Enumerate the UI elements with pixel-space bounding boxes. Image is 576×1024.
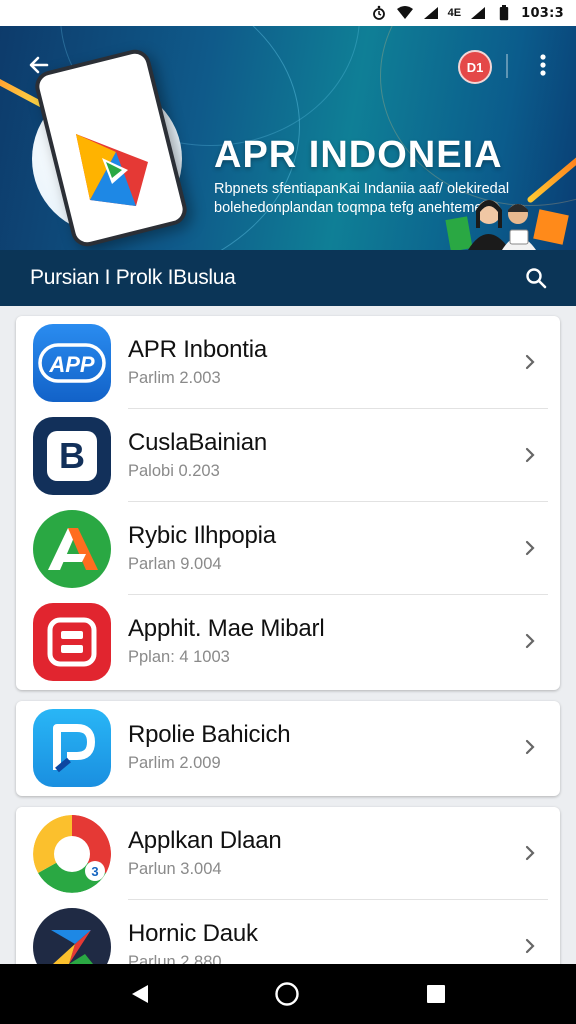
app-list-card: APP APR Inbontia Parlim 2.003 B CuslaBai…	[16, 316, 560, 690]
app-name: Applkan Dlaan	[128, 827, 282, 854]
app-name: Hornic Dauk	[128, 920, 258, 947]
chevron-right-icon	[522, 445, 538, 465]
header-divider	[506, 54, 508, 78]
alarm-icon	[370, 5, 388, 21]
list-item[interactable]: Rybic Ilhpopia Parlan 9.004	[16, 502, 560, 595]
battery-icon	[495, 5, 513, 21]
chevron-right-icon	[522, 352, 538, 372]
chevron-right-icon	[522, 737, 538, 757]
nav-back-button[interactable]	[126, 980, 154, 1008]
chevron-right-icon	[522, 538, 538, 558]
app-name: Apphit. Mae Mibarl	[128, 615, 325, 642]
chevron-right-icon	[522, 631, 538, 651]
signal-icon	[422, 5, 440, 21]
status-time: 103:3	[521, 5, 564, 21]
p-letter-icon	[33, 709, 111, 787]
app-badge-text: APP	[48, 352, 95, 377]
app-list-card: Rpolie Bahicich Parlim 2.009	[16, 701, 560, 796]
app-meta: Pplan: 4 1003	[128, 648, 230, 666]
a-arrow-icon	[33, 510, 111, 588]
app-name: Rpolie Bahicich	[128, 721, 291, 748]
overflow-menu-button[interactable]	[528, 50, 558, 80]
home-circle-icon	[275, 982, 299, 1006]
recents-square-icon	[427, 985, 445, 1003]
chevron-right-icon	[522, 843, 538, 863]
app-name: CuslaBainian	[128, 429, 268, 456]
app-name: APR Inbontia	[128, 336, 268, 363]
people-illustration	[445, 200, 569, 250]
app-meta: Parlim 2.009	[128, 754, 221, 772]
network-label: 4E	[447, 7, 462, 19]
status-bar: 4E 103:3	[0, 0, 576, 26]
app-meta: Parlun 3.004	[128, 860, 222, 878]
wifi-icon	[396, 5, 414, 21]
app-list-card: 3 Applkan Dlaan Parlun 3.004 Hornic Dauk…	[16, 807, 560, 987]
hero-banner: D1 APR INDONEIA Rbpnets sfentiapanKai In…	[0, 26, 576, 250]
back-triangle-icon	[132, 985, 148, 1003]
section-title: Pursian I Prolk IBuslua	[30, 266, 236, 289]
b-letter-text: B	[59, 435, 85, 476]
profile-avatar-button[interactable]: D1	[458, 50, 492, 84]
list-item[interactable]: Apphit. Mae Mibarl Pplan: 4 1003	[16, 595, 560, 688]
app-badge-icon: APP	[33, 324, 111, 402]
nav-recents-button[interactable]	[422, 980, 450, 1008]
search-button[interactable]	[522, 264, 550, 292]
app-meta: Parlim 2.003	[128, 369, 221, 387]
app-meta: Palobi 0.203	[128, 462, 220, 480]
more-vert-icon	[540, 54, 546, 76]
system-nav-bar	[0, 964, 576, 1024]
b-letter-icon: B	[33, 417, 111, 495]
nav-home-button[interactable]	[273, 980, 301, 1008]
app-name: Rybic Ilhpopia	[128, 522, 276, 549]
b-box-icon	[33, 603, 111, 681]
chrome-like-badge: 3	[91, 864, 98, 879]
chrome-like-icon: 3	[33, 815, 111, 893]
list-item[interactable]: 3 Applkan Dlaan Parlun 3.004	[16, 807, 560, 900]
chevron-right-icon	[522, 936, 538, 956]
play-logo-icon	[76, 134, 148, 206]
list-item[interactable]: Rpolie Bahicich Parlim 2.009	[16, 701, 560, 794]
list-item[interactable]: APP APR Inbontia Parlim 2.003	[16, 316, 560, 409]
hero-title: APR INDONEIA	[214, 134, 503, 176]
section-header: Pursian I Prolk IBuslua	[0, 250, 576, 306]
list-item[interactable]: B CuslaBainian Palobi 0.203	[16, 409, 560, 502]
app-meta: Parlan 9.004	[128, 555, 222, 573]
search-icon	[526, 268, 547, 289]
signal-icon-2	[469, 5, 487, 21]
